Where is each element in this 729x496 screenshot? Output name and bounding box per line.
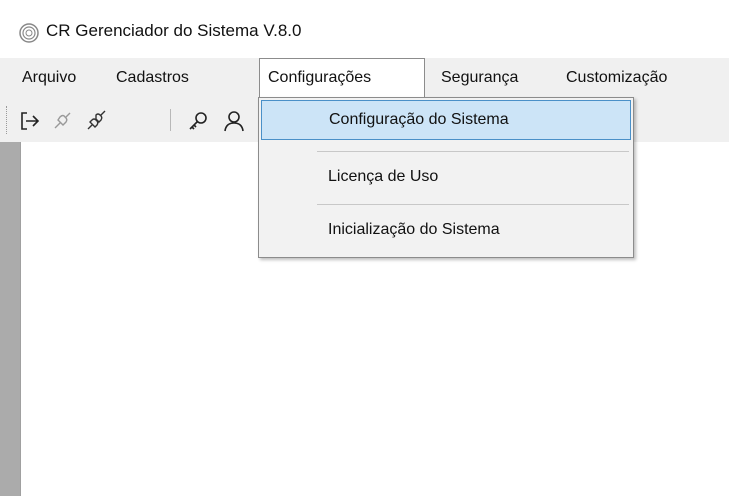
menu-separator (317, 204, 629, 205)
user-icon[interactable] (222, 109, 246, 133)
menu-item-label: Configuração do Sistema (329, 111, 509, 128)
logout-icon[interactable] (18, 109, 42, 133)
title-bar: CR Gerenciador do Sistema V.8.0 (0, 0, 729, 58)
menu-bar: Arquivo Cadastros Configurações Seguranç… (0, 58, 729, 98)
menu-item-licenca-de-uso[interactable]: Licença de Uso (261, 158, 631, 198)
menu-item-label: Inicialização do Sistema (328, 221, 500, 238)
toolbar-separator (170, 109, 171, 131)
menu-separator (317, 151, 629, 152)
app-logo-icon (19, 23, 39, 43)
menu-customizacao[interactable]: Customização (566, 58, 667, 98)
toolbar-grip[interactable] (6, 106, 9, 134)
menu-cadastros[interactable]: Cadastros (116, 58, 189, 98)
configuracoes-dropdown: Configuração do Sistema Licença de Uso I… (258, 97, 634, 258)
menu-arquivo[interactable]: Arquivo (22, 58, 76, 98)
menu-configuracoes[interactable]: Configurações (259, 58, 425, 97)
disconnect-icon[interactable] (50, 109, 74, 133)
connect-icon[interactable] (84, 109, 108, 133)
menu-seguranca[interactable]: Segurança (441, 58, 518, 98)
key-icon[interactable] (186, 109, 210, 133)
menu-item-inicializacao-do-sistema[interactable]: Inicialização do Sistema (261, 211, 631, 251)
menu-item-label: Licença de Uso (328, 168, 439, 185)
menu-item-configuracao-do-sistema[interactable]: Configuração do Sistema (261, 100, 631, 140)
window-title: CR Gerenciador do Sistema V.8.0 (46, 21, 302, 40)
